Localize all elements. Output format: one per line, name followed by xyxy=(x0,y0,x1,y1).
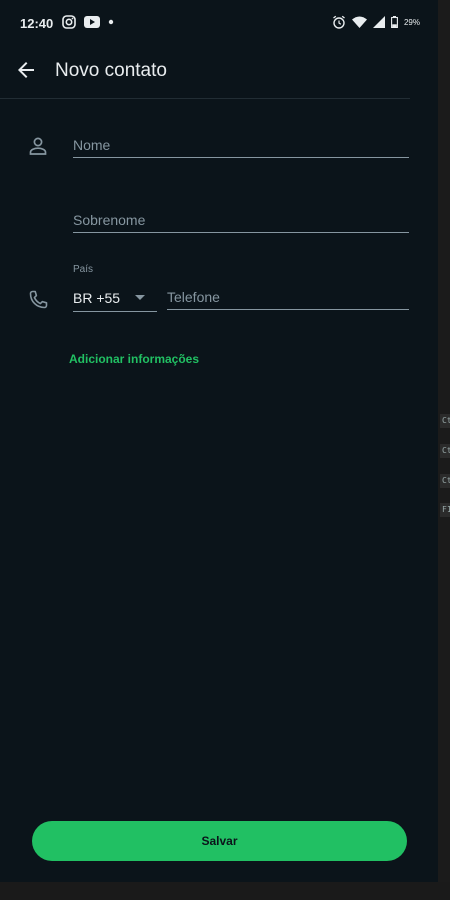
phone-number-field[interactable]: Telefone xyxy=(167,282,409,310)
country-label: País xyxy=(73,264,94,275)
wifi-icon xyxy=(351,16,367,28)
background-fragment: Ct xyxy=(440,444,450,458)
phone-placeholder: Telefone xyxy=(167,289,220,305)
country-code-dropdown[interactable]: BR +55 xyxy=(73,282,157,312)
arrow-back-icon[interactable] xyxy=(14,58,38,82)
save-button[interactable]: Salvar xyxy=(32,821,407,861)
alarm-icon xyxy=(333,15,345,29)
last-name-field[interactable]: Sobrenome xyxy=(73,205,409,233)
phone-screen: 12:40 29% Novo contato Nome Sobrenome Pa… xyxy=(0,0,438,882)
dot-icon xyxy=(108,19,114,25)
first-name-placeholder: Nome xyxy=(73,137,111,153)
add-information-link[interactable]: Adicionar informações xyxy=(69,352,199,366)
person-icon xyxy=(29,137,47,155)
instagram-icon xyxy=(62,15,76,29)
background-fragment: Ct xyxy=(440,414,450,428)
youtube-icon xyxy=(84,16,100,28)
bottom-navigation-strip xyxy=(0,882,450,900)
last-name-placeholder: Sobrenome xyxy=(73,212,146,228)
background-fragment: Ct xyxy=(440,474,450,488)
app-bar: Novo contato xyxy=(0,48,410,99)
background-window-edge: Ct Ct Ct F1 xyxy=(438,0,450,900)
status-time: 12:40 xyxy=(20,16,54,31)
first-name-field[interactable]: Nome xyxy=(73,130,409,158)
battery-percentage: 29% xyxy=(403,17,420,27)
status-bar: 12:40 29% xyxy=(0,0,438,48)
chevron-down-icon xyxy=(135,295,145,300)
signal-icon xyxy=(372,16,385,28)
phone-icon xyxy=(29,290,48,309)
background-fragment: F1 xyxy=(440,503,450,517)
country-code-value: BR +55 xyxy=(73,290,121,306)
battery-icon xyxy=(391,16,398,28)
page-title: Novo contato xyxy=(55,60,167,81)
